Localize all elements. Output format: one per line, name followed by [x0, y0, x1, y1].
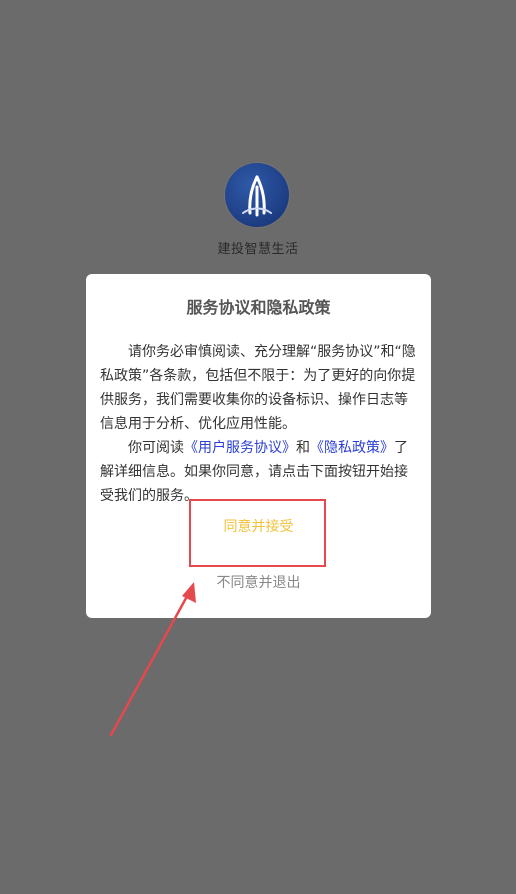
decline-button[interactable]: 不同意并退出: [86, 572, 431, 592]
app-name: 建投智慧生活: [217, 242, 299, 257]
accept-button[interactable]: 同意并接受: [86, 516, 431, 536]
paragraph-2-prefix: 你可阅读: [128, 440, 184, 456]
circle-emblem-icon: [242, 175, 272, 217]
dialog-title: 服务协议和隐私政策: [186, 298, 331, 317]
privacy-dialog: 服务协议和隐私政策 请你务必审慎阅读、充分理解“服务协议”和“隐私政策”各条款，…: [86, 274, 431, 618]
paragraph-2-and: 和: [296, 440, 310, 456]
dialog-paragraph-1: 请你务必审慎阅读、充分理解“服务协议”和“隐私政策”各条款，包括但不限于：为了更…: [100, 344, 416, 432]
privacy-policy-link[interactable]: 《隐私政策》: [310, 440, 394, 456]
dialog-body: 请你务必审慎阅读、充分理解“服务协议”和“隐私政策”各条款，包括但不限于：为了更…: [100, 340, 418, 508]
app-logo: [225, 163, 289, 227]
dialog-paragraph-2: 你可阅读《用户服务协议》和《隐私政策》了解详细信息。如果你同意，请点击下面按钮开…: [100, 436, 418, 508]
user-agreement-link[interactable]: 《用户服务协议》: [184, 440, 296, 456]
